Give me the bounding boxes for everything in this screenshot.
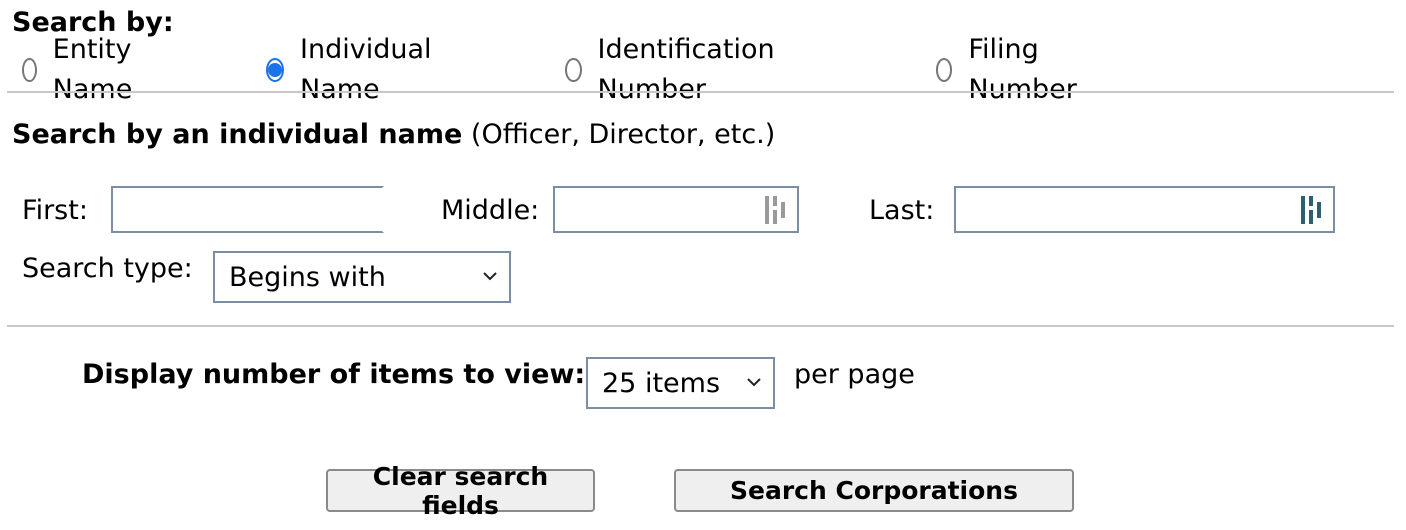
per-page-suffix: per page: [794, 359, 915, 390]
middle-name-field[interactable]: [553, 186, 799, 233]
radio-label: Filing Number: [968, 34, 1077, 105]
clear-search-fields-button[interactable]: Clear search fields: [326, 462, 595, 520]
radio-button[interactable]: [22, 58, 37, 82]
password-manager-icon[interactable]: [1301, 196, 1323, 224]
radio-button[interactable]: [936, 58, 953, 82]
search-form: Search by: Entity Name Individual Name I…: [0, 0, 1406, 530]
search-type-value: Begins with: [229, 261, 386, 293]
middle-name-label: Middle:: [441, 195, 540, 226]
radio-button-selected[interactable]: [266, 58, 284, 82]
divider: [7, 91, 1394, 93]
section-title-text: Search by an individual name: [12, 119, 463, 150]
middle-name-input[interactable]: [555, 188, 797, 231]
radio-label: Entity Name: [52, 34, 133, 105]
last-name-field[interactable]: [954, 186, 1335, 233]
radio-individual-name[interactable]: Individual Name: [266, 34, 438, 105]
radio-label: Individual Name: [300, 34, 432, 105]
radio-identification-number[interactable]: Identification Number: [565, 34, 782, 105]
password-manager-icon[interactable]: [765, 196, 787, 224]
first-name-field[interactable]: [111, 186, 384, 233]
items-per-page-select[interactable]: 25 items: [586, 357, 775, 409]
first-name-input[interactable]: [113, 188, 382, 231]
radio-label: Identification Number: [597, 34, 775, 105]
first-name-label: First:: [22, 195, 88, 226]
chevron-down-icon: [747, 378, 761, 387]
search-type-label: Search type:: [22, 253, 193, 284]
search-corporations-button[interactable]: Search Corporations: [674, 469, 1074, 512]
last-name-label: Last:: [869, 195, 935, 226]
section-title-note: (Officer, Director, etc.): [470, 119, 776, 150]
radio-filing-number[interactable]: Filing Number: [936, 34, 1084, 105]
chevron-down-icon: [483, 272, 497, 281]
radio-button[interactable]: [565, 58, 582, 82]
items-per-page-value: 25 items: [602, 367, 721, 399]
section-title: Search by an individual name (Officer, D…: [12, 116, 775, 154]
radio-entity-name[interactable]: Entity Name: [22, 34, 142, 105]
search-type-select[interactable]: Begins with: [213, 251, 511, 303]
display-items-label: Display number of items to view:: [82, 359, 586, 390]
last-name-input[interactable]: [956, 188, 1333, 231]
divider: [7, 325, 1394, 327]
